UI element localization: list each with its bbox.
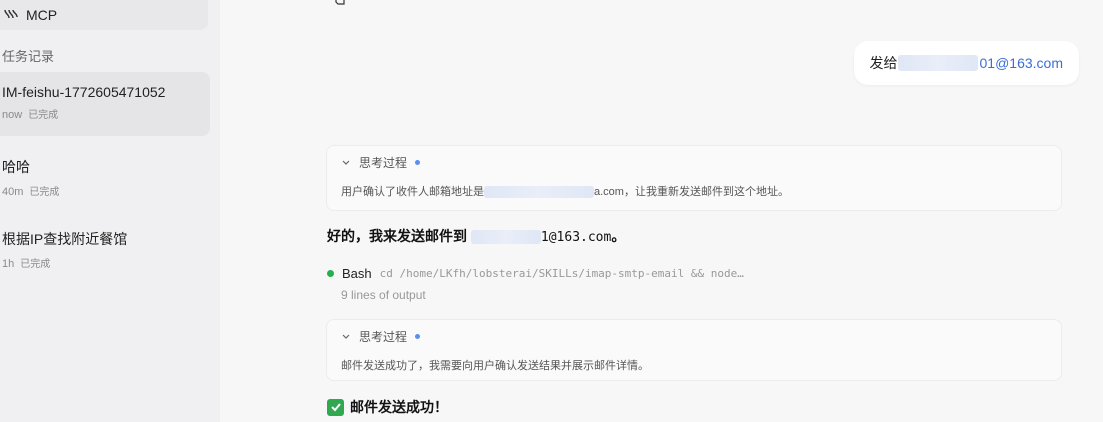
task-meta: 1h 已完成 bbox=[2, 255, 210, 270]
task-status: 已完成 bbox=[28, 110, 59, 121]
mcp-plug-icon bbox=[2, 7, 20, 23]
redacted-text bbox=[484, 186, 594, 199]
task-title: 哈哈 bbox=[2, 159, 30, 175]
chevron-down-icon bbox=[342, 160, 350, 165]
redacted-text bbox=[470, 230, 541, 245]
reply-end: 。 bbox=[611, 228, 626, 244]
thinking-text: 邮件发送成功了，我需要向用户确认发送结果并展示邮件详情。 bbox=[341, 360, 649, 372]
task-title: 根据IP查找附近餐馆 bbox=[2, 231, 128, 247]
cursor-icon bbox=[335, 0, 345, 5]
reply-text: 好的，我来发送邮件到 bbox=[327, 228, 467, 244]
user-message-prefix: 发给 bbox=[869, 55, 898, 71]
user-message-bubble: 发给 01@163.com bbox=[853, 41, 1079, 85]
bash-tool-call[interactable]: Bash cd /home/LKfh/lobsterai/SKILLs/imap… bbox=[327, 266, 744, 281]
task-item[interactable]: IM-feishu-1772605471052 now 已完成 bbox=[0, 72, 210, 136]
status-dot-icon bbox=[415, 334, 421, 339]
bash-output-summary[interactable]: 9 lines of output bbox=[341, 288, 426, 302]
success-dot-icon bbox=[327, 270, 334, 277]
task-title: IM-feishu-1772605471052 bbox=[2, 84, 166, 100]
task-meta: 40m 已完成 bbox=[2, 183, 210, 198]
thinking-text-prefix: 用户确认了收件人邮箱地址是 bbox=[341, 186, 484, 198]
check-icon bbox=[327, 398, 344, 416]
sidebar-item-label: MCP bbox=[26, 7, 58, 23]
task-meta: now 已完成 bbox=[2, 106, 210, 121]
sidebar-item-mcp[interactable]: MCP bbox=[0, 0, 208, 30]
task-time: 1h bbox=[2, 258, 15, 270]
bash-command: cd /home/LKfh/lobsterai/SKILLs/imap-smtp… bbox=[379, 267, 744, 280]
thinking-title: 思考过程 bbox=[359, 156, 408, 170]
sidebar: MCP 任务记录 IM-feishu-1772605471052 now 已完成 … bbox=[0, 0, 220, 422]
thinking-header[interactable]: 思考过程 bbox=[341, 154, 1047, 171]
task-item[interactable]: 哈哈 40m 已完成 bbox=[0, 145, 210, 198]
chevron-down-icon bbox=[342, 334, 350, 339]
task-item[interactable]: 根据IP查找附近餐馆 1h 已完成 bbox=[0, 217, 210, 270]
thinking-text: 用户确认了收件人邮箱地址是 a.com，让我重新发送邮件到这个地址。 bbox=[341, 183, 1047, 199]
thinking-title: 思考过程 bbox=[359, 330, 408, 344]
user-message-email[interactable]: 01@163.com bbox=[980, 55, 1063, 71]
reply-email: 1@163.com bbox=[540, 230, 612, 245]
thinking-block[interactable]: 思考过程 邮件发送成功了，我需要向用户确认发送结果并展示邮件详情。 bbox=[326, 319, 1062, 381]
bash-label: Bash bbox=[342, 266, 372, 281]
assistant-reply: 好的，我来发送邮件到 1@163.com。 bbox=[327, 226, 625, 246]
success-message: 邮件发送成功！ bbox=[327, 397, 448, 417]
success-text: 邮件发送成功！ bbox=[350, 399, 448, 415]
status-dot-icon bbox=[415, 160, 421, 165]
thinking-block[interactable]: 思考过程 用户确认了收件人邮箱地址是 a.com，让我重新发送邮件到这个地址。 bbox=[326, 145, 1062, 211]
thinking-header[interactable]: 思考过程 bbox=[341, 328, 1047, 345]
redacted-text bbox=[897, 55, 978, 71]
task-history-title: 任务记录 bbox=[2, 49, 55, 64]
task-time: 40m bbox=[2, 186, 24, 198]
task-status: 已完成 bbox=[29, 187, 60, 198]
thinking-text-suffix: a.com，让我重新发送邮件到这个地址。 bbox=[594, 186, 789, 198]
task-status: 已完成 bbox=[20, 259, 51, 270]
task-time: now bbox=[2, 109, 23, 121]
